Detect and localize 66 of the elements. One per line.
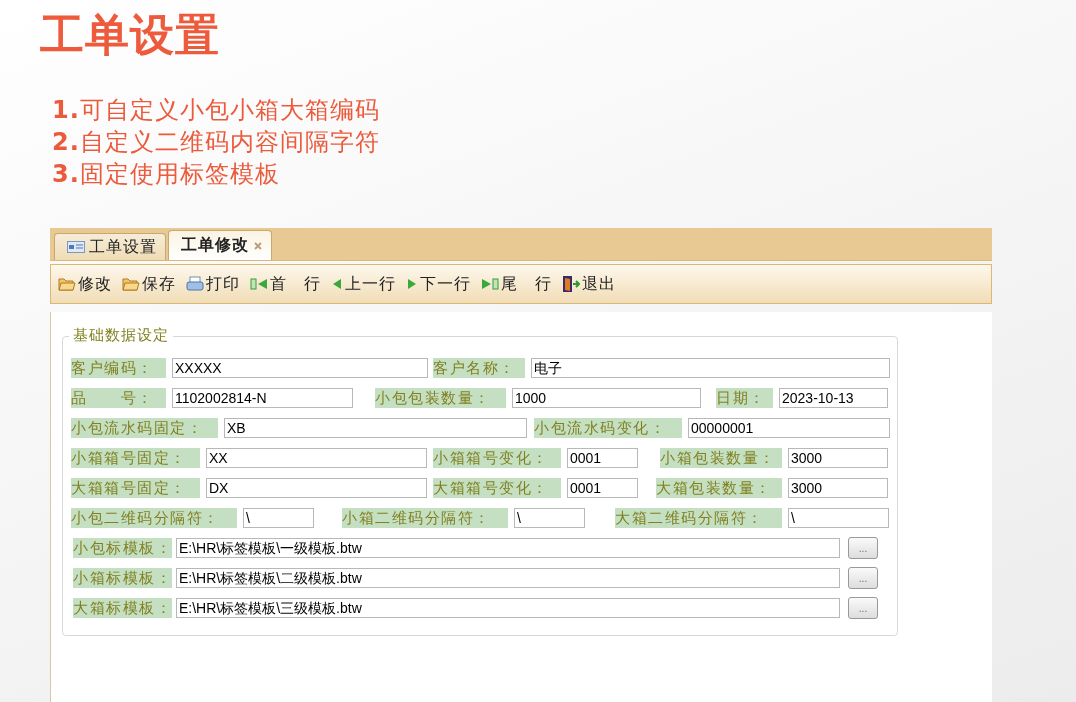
form-icon — [67, 241, 85, 253]
toolbar-button[interactable]: 尾 行 — [479, 273, 554, 295]
toolbar-button[interactable]: 退出 — [560, 273, 618, 295]
field-label: 大箱二维码分隔符： — [615, 508, 782, 528]
input-field[interactable]: \ — [514, 508, 585, 528]
toolbar-button[interactable]: 上一行 — [329, 273, 398, 295]
field-label: 大箱标模板： — [73, 598, 172, 618]
feature-point: 3.固定使用标签模板 — [52, 159, 281, 190]
tab[interactable]: 工单设置 — [54, 233, 166, 260]
input-field[interactable]: DX — [206, 478, 427, 498]
field-label: 小箱二维码分隔符： — [342, 508, 508, 528]
field-label: 客户编码： — [71, 358, 166, 378]
printer-icon — [186, 276, 204, 292]
feature-point: 1.可自定义小包小箱大箱编码 — [52, 95, 381, 126]
field-label: 小包包装数量： — [375, 388, 506, 408]
input-field[interactable]: 3000 — [788, 448, 888, 468]
toolbar-button[interactable]: 首 行 — [248, 273, 323, 295]
feature-point: 2.自定义二维码内容间隔字符 — [52, 127, 381, 158]
field-label: 大箱箱号变化： — [433, 478, 561, 498]
input-field[interactable]: 0001 — [567, 478, 638, 498]
field-label: 小包标模板： — [73, 538, 172, 558]
folder-icon — [58, 277, 76, 291]
left-triangle-icon — [331, 277, 343, 291]
first-record-icon — [250, 277, 268, 291]
toolbar-button[interactable]: 打印 — [184, 273, 242, 295]
toolbar-button[interactable]: 保存 — [120, 273, 178, 295]
input-field[interactable]: XXXXX — [172, 358, 428, 378]
tab[interactable]: 工单修改 — [168, 230, 272, 260]
field-label: 客户名称： — [433, 358, 525, 378]
input-field[interactable]: 2023-10-13 — [779, 388, 888, 408]
input-field[interactable]: XB — [224, 418, 527, 438]
input-field[interactable]: \ — [788, 508, 889, 528]
field-label: 大箱箱号固定： — [71, 478, 200, 498]
field-label: 小箱箱号变化： — [433, 448, 561, 468]
field-label: 小箱箱号固定： — [71, 448, 200, 468]
right-triangle-icon — [406, 277, 418, 291]
field-label: 小箱标模板： — [73, 568, 172, 588]
input-field[interactable]: 电子 — [531, 358, 890, 378]
browse-button[interactable]: ... — [848, 597, 878, 619]
input-field[interactable]: 1000 — [512, 388, 701, 408]
close-icon[interactable] — [253, 240, 263, 251]
browse-button[interactable]: ... — [848, 537, 878, 559]
field-label: 小包流水码变化： — [534, 418, 682, 438]
field-label: 小包二维码分隔符： — [71, 508, 237, 528]
last-record-icon — [481, 277, 499, 291]
input-field[interactable]: 00000001 — [688, 418, 890, 438]
browse-button[interactable]: ... — [848, 567, 878, 589]
path-field[interactable]: E:\HR\标签模板\一级模板.btw — [176, 538, 840, 558]
field-label: 品 号： — [71, 388, 166, 408]
input-field[interactable]: \ — [243, 508, 314, 528]
field-label: 大箱包装数量： — [656, 478, 782, 498]
folder-icon — [122, 277, 140, 291]
input-field[interactable]: 3000 — [788, 478, 888, 498]
input-field[interactable]: 1102002814-N — [172, 388, 353, 408]
field-label: 小包流水码固定： — [71, 418, 218, 438]
toolbar-button[interactable]: 修改 — [56, 273, 114, 295]
group-title: 基础数据设定 — [69, 326, 173, 345]
field-label: 小箱包装数量： — [660, 448, 782, 468]
slide-title: 工单设置 — [39, 8, 221, 62]
exit-door-icon — [562, 275, 580, 293]
input-field[interactable]: 0001 — [567, 448, 638, 468]
path-field[interactable]: E:\HR\标签模板\二级模板.btw — [176, 568, 840, 588]
input-field[interactable]: XX — [206, 448, 427, 468]
path-field[interactable]: E:\HR\标签模板\三级模板.btw — [176, 598, 840, 618]
field-label: 日期： — [716, 388, 773, 408]
toolbar-button[interactable]: 下一行 — [404, 273, 473, 295]
